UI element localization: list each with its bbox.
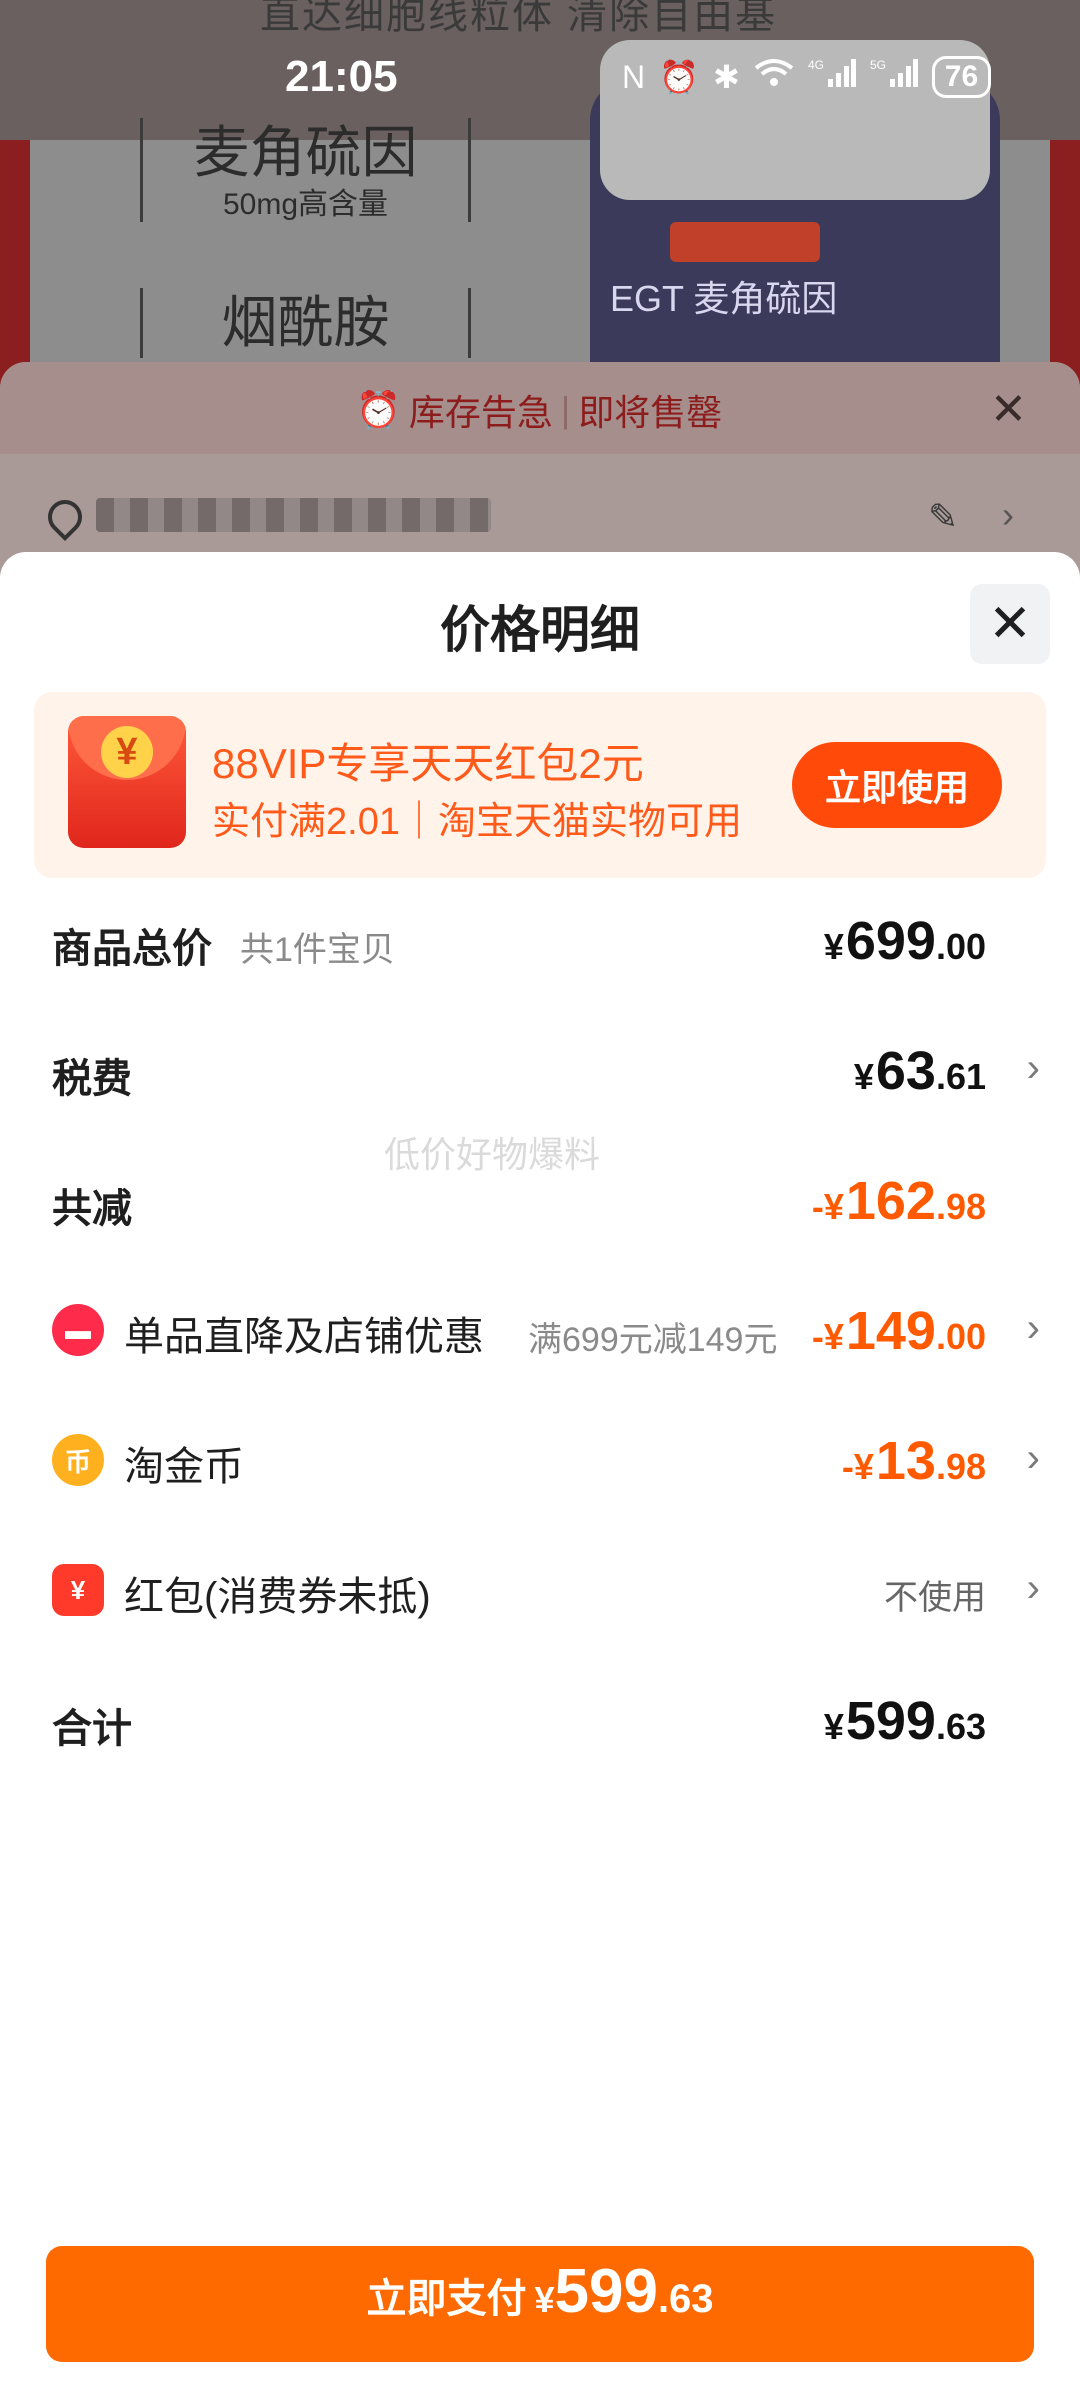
amount-dec: .61 (935, 1056, 986, 1097)
currency: -¥ (811, 1186, 844, 1227)
amount-int: 599 (845, 1691, 936, 1751)
close-button[interactable]: ✕ (970, 584, 1050, 664)
close-icon: ✕ (988, 595, 1032, 653)
pay-now-button[interactable]: 立即支付 ¥ 599 .63 (46, 2246, 1034, 2362)
amount-dec: .98 (935, 1446, 986, 1487)
chevron-right-icon: › (1026, 1436, 1040, 1480)
signal-5g-icon: 5G (870, 57, 918, 97)
store-discount-hint: 满699元减149元 (528, 1321, 778, 1359)
currency: ¥ (853, 1056, 874, 1097)
pay-now-label: 立即支付 (366, 2277, 527, 2321)
store-discount-label: 单品直降及店铺优惠 (124, 1315, 484, 1359)
pay-amount-dec: .63 (657, 2277, 714, 2321)
taojinbi-label: 淘金币 (124, 1445, 244, 1489)
sum-amount: ¥599.63 (824, 1690, 986, 1752)
promo-subtitle: 实付满2.01｜淘宝天猫实物可用 (212, 801, 742, 843)
amount-dec: .00 (935, 926, 986, 967)
stock-alert: ⏰ 库存告急 | 即将售罄 (356, 384, 722, 436)
stock-alert-left: 库存告急 (408, 392, 553, 433)
status-bar: 21:05 N ⏰ ✱ 4G 5G 76 (0, 46, 1080, 116)
redpacket-value: 不使用 (884, 1579, 986, 1617)
currency: -¥ (841, 1446, 874, 1487)
taojinbi-amount: -¥ 13.98 (842, 1430, 986, 1492)
stock-alert-right: 即将售罄 (578, 392, 723, 433)
alarm-clock-icon: ⏰ (356, 389, 401, 430)
amount-int: 699 (845, 911, 936, 971)
tax-label: 税费 (52, 1057, 132, 1101)
product-feature-box: 烟酰胺 (140, 288, 471, 358)
total-price-label: 商品总价 (52, 927, 212, 971)
total-price-amount: ¥699.00 (824, 910, 986, 972)
product-image-caption: 直达细胞线粒体 清除自由基 (260, 0, 778, 37)
red-packet-icon: ¥ (52, 1564, 104, 1616)
battery-indicator: 76 (931, 56, 992, 98)
edit-icon[interactable]: ✎ (928, 496, 958, 538)
nfc-icon: N (622, 58, 646, 95)
gold-coin-icon: 币 (52, 1434, 104, 1486)
amount-dec: .00 (935, 1316, 986, 1357)
chevron-right-icon[interactable]: › (1002, 494, 1014, 536)
svg-text:5G: 5G (870, 58, 886, 72)
amount-dec: .98 (935, 1186, 986, 1227)
chevron-right-icon: › (1026, 1046, 1040, 1090)
product-bottle-label: EGT 麦角硫因 (610, 278, 838, 319)
amount-int: 149 (845, 1301, 936, 1361)
item-count-hint: 共1件宝贝 (240, 931, 395, 969)
store-discount-row[interactable]: ▬ 单品直降及店铺优惠 满699元减149元 -¥ 149.00 › (0, 1280, 1080, 1380)
amount-int: 13 (875, 1431, 936, 1491)
promo-banner[interactable]: ¥ 88VIP专享天天红包2元 实付满2.01｜淘宝天猫实物可用 立即使用 (34, 692, 1046, 878)
address-blurred[interactable] (96, 498, 491, 532)
total-price-row: 商品总价 共1件宝贝 ¥699.00 (0, 890, 1080, 990)
product-brand-logo (670, 222, 820, 262)
redpacket-label: 红包(消费券未抵) (124, 1575, 431, 1619)
amount-int: 63 (875, 1041, 936, 1101)
alarm-icon: ⏰ (659, 59, 699, 95)
status-icons: N ⏰ ✱ 4G 5G 76 (622, 56, 992, 98)
store-discount-amount: -¥ 149.00 (812, 1300, 986, 1362)
yen-coin-icon: ¥ (101, 726, 153, 778)
wifi-icon (754, 58, 794, 96)
divider: | (560, 389, 571, 430)
store-icon: ▬ (52, 1304, 104, 1356)
currency: -¥ (811, 1316, 844, 1357)
currency: ¥ (823, 1706, 844, 1747)
total-discount-label: 共减 (52, 1187, 132, 1231)
watermark: 低价好物爆料 (384, 1134, 601, 1175)
pay-currency: ¥ (534, 2279, 555, 2320)
sum-label: 合计 (52, 1707, 132, 1751)
tax-row[interactable]: 税费 ¥63.61 › (0, 1020, 1080, 1120)
tax-amount: ¥63.61 (854, 1040, 986, 1102)
svg-text:4G: 4G (808, 58, 824, 72)
amount-dec: .63 (935, 1706, 986, 1747)
status-time: 21:05 (285, 52, 398, 101)
signal-4g-icon: 4G (808, 57, 856, 97)
bluetooth-icon: ✱ (712, 59, 740, 95)
feature-subtitle: 50mg高含量 (222, 188, 389, 221)
sum-row: 合计 ¥599.63 (0, 1670, 1080, 1770)
amount-int: 162 (845, 1171, 936, 1231)
chevron-right-icon: › (1026, 1306, 1040, 1350)
feature-title: 麦角硫因 (193, 121, 418, 184)
taojinbi-row[interactable]: 币 淘金币 -¥ 13.98 › (0, 1410, 1080, 1510)
feature-title: 烟酰胺 (221, 291, 390, 354)
use-now-button[interactable]: 立即使用 (792, 742, 1002, 828)
close-icon[interactable]: ✕ (990, 384, 1027, 435)
redpacket-row[interactable]: ¥ 红包(消费券未抵) 不使用 › (0, 1540, 1080, 1640)
chevron-right-icon: › (1026, 1566, 1040, 1610)
total-discount-amount: -¥ 162.98 (812, 1170, 986, 1232)
promo-title: 88VIP专享天天红包2元 (212, 740, 644, 787)
sheet-title: 价格明细 (440, 602, 640, 658)
currency: ¥ (823, 926, 844, 967)
red-packet-icon: ¥ (68, 716, 186, 848)
pay-amount-int: 599 (554, 2257, 658, 2326)
product-feature-box: 麦角硫因 50mg高含量 (140, 118, 471, 222)
